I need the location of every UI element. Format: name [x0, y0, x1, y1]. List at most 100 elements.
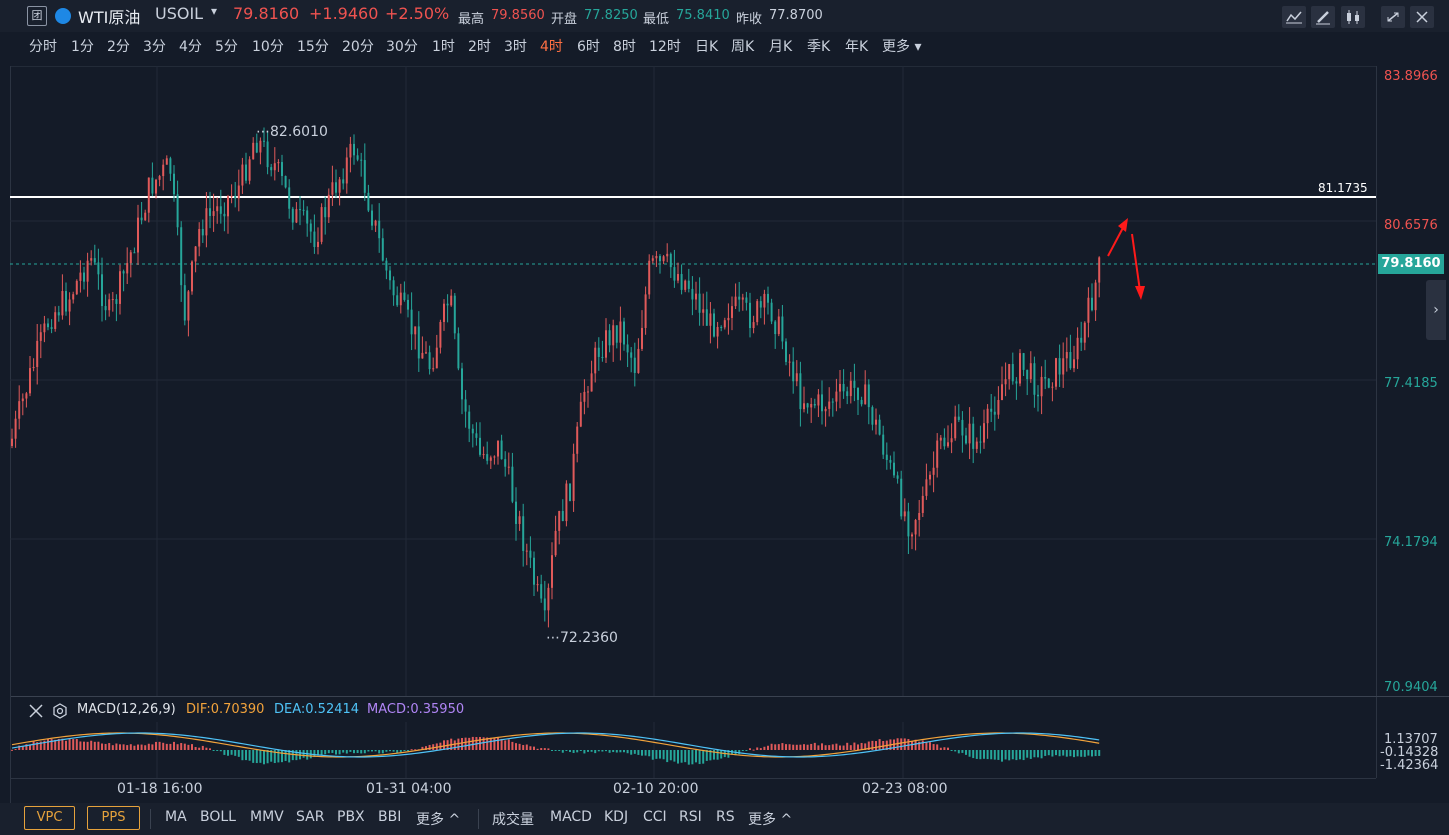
timeframe-3[interactable]: 3分: [143, 36, 166, 56]
candle-body: [270, 167, 273, 171]
candle-body: [191, 261, 193, 292]
candle-body: [144, 212, 147, 221]
indicator-mmv[interactable]: MMV: [250, 809, 284, 825]
more-sub-indicators[interactable]: 更多 ^: [748, 809, 792, 829]
macd-histogram-bar: [957, 750, 960, 754]
candle-body: [147, 177, 150, 213]
candle-body: [345, 157, 348, 184]
candle-body: [324, 207, 327, 218]
ticker[interactable]: USOIL: [155, 4, 203, 23]
candle-body: [1065, 352, 1068, 359]
tag-icon[interactable]: 团: [27, 6, 47, 26]
indicator-rsi[interactable]: RSI: [679, 809, 702, 825]
close-icon[interactable]: [1410, 6, 1434, 28]
candle-body: [399, 292, 402, 306]
indicator-boll[interactable]: BOLL: [200, 809, 236, 825]
candle-body: [396, 295, 399, 306]
pps-button[interactable]: PPS: [87, 806, 140, 830]
candle-body: [651, 258, 654, 261]
open-value: 77.8250: [584, 8, 638, 23]
price-axis-label: 83.8966: [1384, 69, 1438, 84]
candle-body: [309, 223, 312, 232]
candle-body: [162, 164, 165, 177]
timeframe-18[interactable]: 周K: [731, 36, 754, 56]
candle-body: [194, 246, 197, 262]
timeframe-2[interactable]: 2分: [107, 36, 130, 56]
timeframe-20[interactable]: 季K: [807, 36, 830, 56]
macd-histogram-bar: [554, 750, 557, 751]
candle-body: [291, 208, 294, 223]
chevron-right-icon[interactable]: ›: [1426, 280, 1446, 340]
timeframe-21[interactable]: 年K: [845, 36, 868, 56]
timeframe-12[interactable]: 3时: [504, 36, 527, 56]
macd-histogram-bar: [583, 750, 586, 754]
chevron-down-icon[interactable]: ▾: [211, 4, 217, 18]
macd-histogram-bar: [1047, 750, 1050, 756]
macd-histogram-bar: [623, 750, 625, 753]
timeframe-10[interactable]: 1时: [432, 36, 455, 56]
timeframe-1[interactable]: 1分: [71, 36, 94, 56]
candle-body: [428, 352, 431, 370]
candle-body: [932, 467, 935, 475]
timeframe-6[interactable]: 10分: [252, 36, 284, 56]
candle-body: [950, 438, 953, 443]
macd-histogram-bar: [651, 750, 654, 760]
candle-body: [500, 440, 503, 460]
chevron-up-icon: ^: [780, 812, 793, 828]
timeframe-13[interactable]: 4时: [540, 36, 563, 56]
timeframe-15[interactable]: 8时: [613, 36, 636, 56]
fullscreen-icon[interactable]: [1381, 6, 1405, 28]
draw-pencil-icon[interactable]: [1311, 6, 1335, 28]
candle-body: [320, 207, 323, 242]
indicator-cci[interactable]: CCI: [643, 809, 667, 825]
timeframe-5[interactable]: 5分: [215, 36, 238, 56]
timeframe-7[interactable]: 15分: [297, 36, 329, 56]
timeframe-22[interactable]: 更多 ▾: [882, 36, 921, 56]
indicator-sar[interactable]: SAR: [296, 809, 324, 825]
macd-histogram-bar: [277, 750, 280, 763]
settings-gear-icon[interactable]: [51, 702, 69, 720]
timeframe-17[interactable]: 日K: [695, 36, 718, 56]
candlestick-icon[interactable]: [1341, 6, 1365, 28]
macd-histogram-bar: [381, 750, 384, 754]
macd-chart[interactable]: [10, 722, 1376, 778]
indicator-pbx[interactable]: PBX: [337, 809, 365, 825]
macd-histogram-bar: [371, 750, 373, 752]
vpc-button[interactable]: VPC: [24, 806, 75, 830]
timeframe-14[interactable]: 6时: [577, 36, 600, 56]
candle-body: [666, 253, 669, 257]
candle-body: [511, 466, 514, 502]
timeframe-8[interactable]: 20分: [342, 36, 374, 56]
candle-body: [32, 367, 35, 369]
line-chart-icon[interactable]: [1282, 6, 1306, 28]
macd-histogram-bar: [983, 750, 985, 759]
candlestick-chart[interactable]: [10, 66, 1376, 696]
candle-body: [623, 321, 625, 345]
indicator-ma[interactable]: MA: [165, 809, 187, 825]
close-indicator-icon[interactable]: [27, 702, 45, 720]
candle-body: [749, 302, 751, 329]
candle-body: [774, 321, 777, 335]
timeframe-19[interactable]: 月K: [769, 36, 792, 56]
timeframe-11[interactable]: 2时: [468, 36, 491, 56]
indicator-rs[interactable]: RS: [716, 809, 735, 825]
indicator-macd[interactable]: MACD: [550, 809, 592, 825]
timeframe-9[interactable]: 30分: [386, 36, 418, 56]
indicator-bar: VPC PPS MA BOLL MMV SAR PBX BBI 更多 ^ 成交量…: [0, 803, 1449, 835]
candle-body: [151, 177, 154, 194]
candle-body: [1083, 322, 1086, 343]
candle-body: [169, 158, 172, 174]
indicator-bbi[interactable]: BBI: [378, 809, 401, 825]
indicator-kdj[interactable]: KDJ: [604, 809, 628, 825]
macd-histogram-bar: [158, 741, 161, 750]
more-main-indicators[interactable]: 更多 ^: [416, 809, 460, 829]
max-marker-dots: ⋯: [256, 124, 270, 140]
timeframe-4[interactable]: 4分: [179, 36, 202, 56]
macd-histogram-bar: [306, 750, 309, 760]
candle-body: [299, 209, 301, 211]
symbol-name[interactable]: WTI原油: [78, 4, 140, 28]
timeframe-16[interactable]: 12时: [649, 36, 681, 56]
indicator-volume[interactable]: 成交量: [492, 809, 534, 829]
timeframe-0[interactable]: 分时: [29, 36, 57, 56]
macd-histogram-bar: [821, 743, 823, 750]
